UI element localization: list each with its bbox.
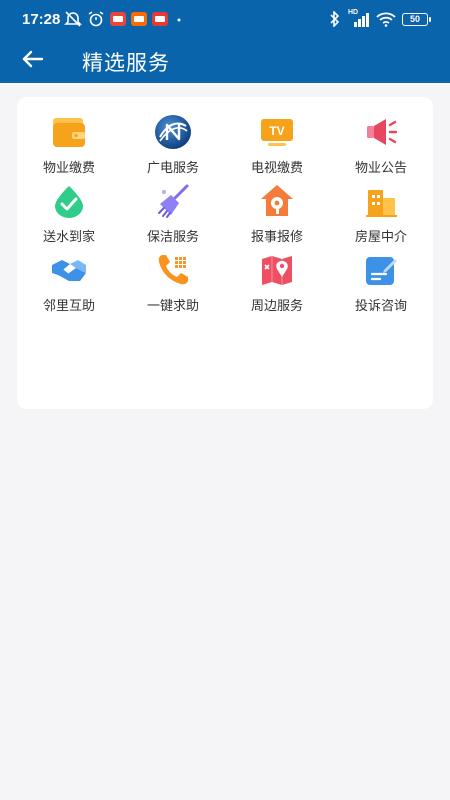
wallet-icon [53,118,85,147]
service-item-real-estate[interactable]: 房屋中介 [329,182,433,251]
service-label: 邻里互助 [42,299,95,314]
services-card: 物业缴费 广电服务 TV 电视缴费 物业公告 送水到家 保洁服务 报事报修 房屋… [17,97,433,409]
service-label: 电视缴费 [250,161,303,176]
services-grid: 物业缴费 广电服务 TV 电视缴费 物业公告 送水到家 保洁服务 报事报修 房屋… [17,113,433,320]
water-delivery-icon [55,186,83,218]
muted-notification-icon [64,11,82,27]
service-label: 物业公告 [354,161,407,176]
more-notifications-dot-icon [177,18,181,22]
repair-house-icon [261,185,293,216]
megaphone-icon [367,119,398,145]
header-bar: 17:28 HD 50 精选服务 [0,0,450,83]
taobao-notification-icon [131,12,147,26]
service-item-emergency-call[interactable]: 一键求助 [121,251,225,320]
status-time: 17:28 [22,11,61,28]
bluetooth-icon [330,11,340,27]
cell-signal-icon: HD [348,9,370,27]
app-bar: 精选服务 [0,38,450,83]
handshake-icon [52,260,86,281]
status-right: HD 50 [328,9,431,28]
feedback-note-icon [366,257,397,285]
service-label: 报事报修 [250,230,303,245]
news-notification-icon [152,12,168,26]
service-item-cleaning[interactable]: 保洁服务 [121,182,225,251]
wifi-icon [376,12,396,27]
service-item-complaints[interactable]: 投诉咨询 [329,251,433,320]
service-item-neighbor-help[interactable]: 邻里互助 [17,251,121,320]
service-item-nearby-services[interactable]: 周边服务 [225,251,329,320]
status-bar: 17:28 HD 50 [0,0,450,38]
service-item-tv-fee[interactable]: TV 电视缴费 [225,113,329,182]
service-label: 周边服务 [250,299,303,314]
page-title: 精选服务 [82,51,170,75]
service-label: 投诉咨询 [354,299,407,314]
battery-icon: 50 [402,12,431,26]
service-item-property-notice[interactable]: 物业公告 [329,113,433,182]
service-label: 广电服务 [146,161,199,176]
phone-icon [158,255,188,285]
service-label: 物业缴费 [42,161,95,176]
service-item-water-delivery[interactable]: 送水到家 [17,182,121,251]
service-label: 送水到家 [42,230,95,245]
building-icon [366,190,397,217]
app-notification-icon [110,12,126,26]
tv-icon: TV [261,119,293,146]
map-pin-icon [262,256,292,285]
service-item-broadcast[interactable]: 广电服务 [121,113,225,182]
back-arrow-icon[interactable] [20,46,46,72]
service-label: 一键求助 [146,299,199,314]
service-item-repair[interactable]: 报事报修 [225,182,329,251]
battery-level: 50 [409,13,420,24]
svg-text:TV: TV [269,124,284,138]
alarm-icon [88,11,104,27]
service-label: 保洁服务 [146,230,199,245]
service-item-property-fee[interactable]: 物业缴费 [17,113,121,182]
service-label: 房屋中介 [354,230,407,245]
broom-icon [158,184,189,218]
broadcast-logo-icon [155,115,191,149]
